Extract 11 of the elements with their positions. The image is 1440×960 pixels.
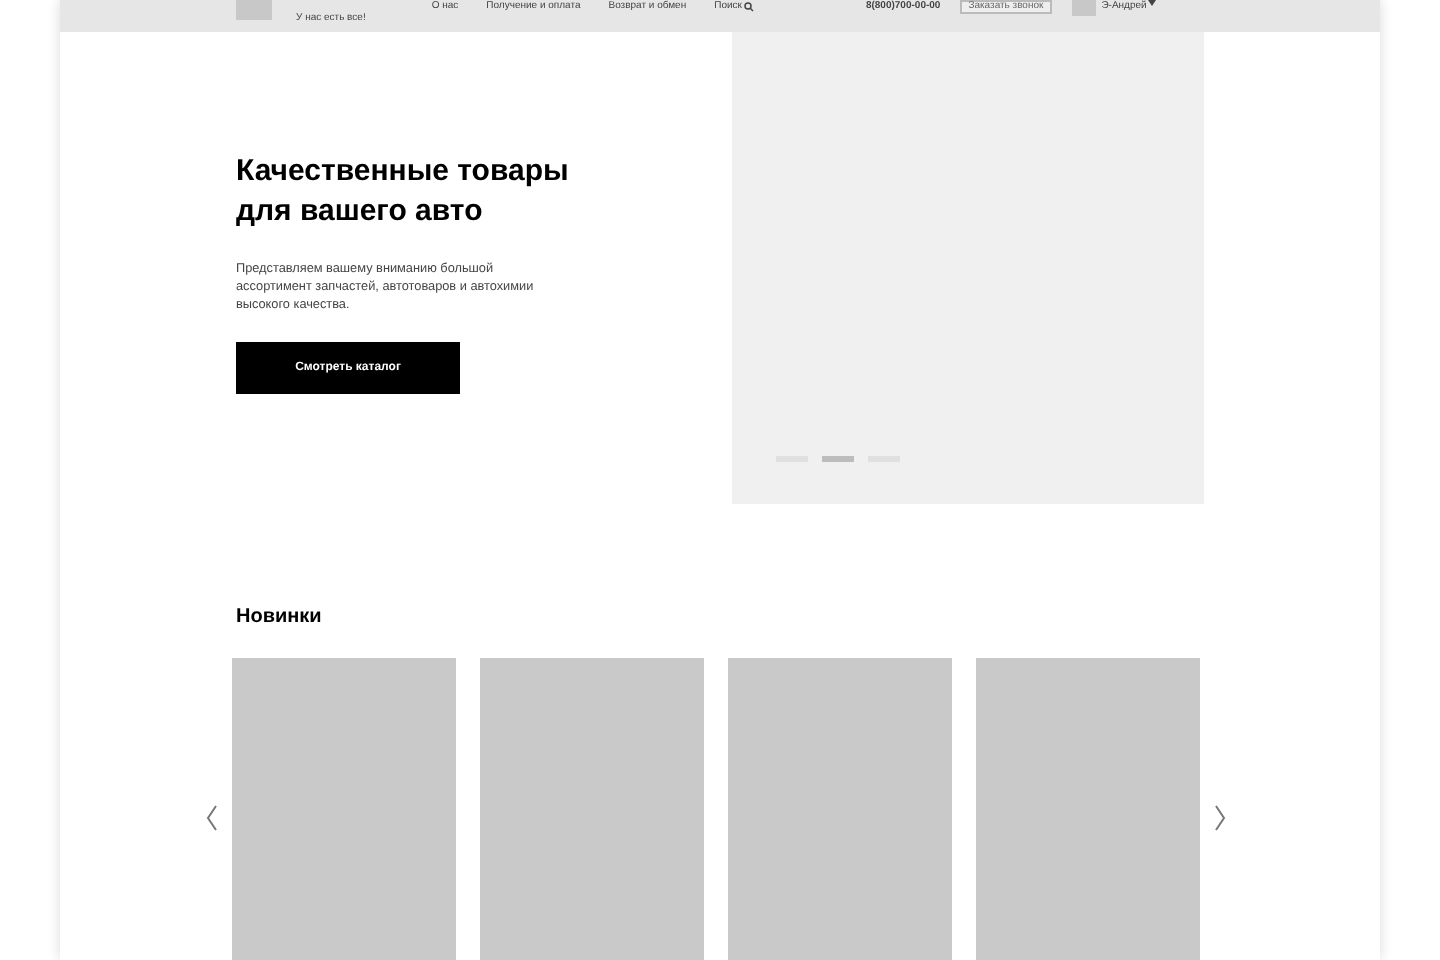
product-card[interactable]: [728, 658, 952, 960]
search-icon: [743, 1, 754, 11]
section-title: Новинки: [236, 604, 324, 632]
hero-title: Качественные товары для вашего авто: [236, 152, 571, 232]
product-card[interactable]: [232, 658, 456, 960]
avatar-icon: [1071, 0, 1096, 16]
product-card[interactable]: [976, 658, 1200, 960]
caret-icon: [1148, 0, 1157, 6]
product-card[interactable]: [480, 658, 704, 960]
slide-indicator[interactable]: [822, 456, 854, 462]
logo: [236, 0, 272, 20]
